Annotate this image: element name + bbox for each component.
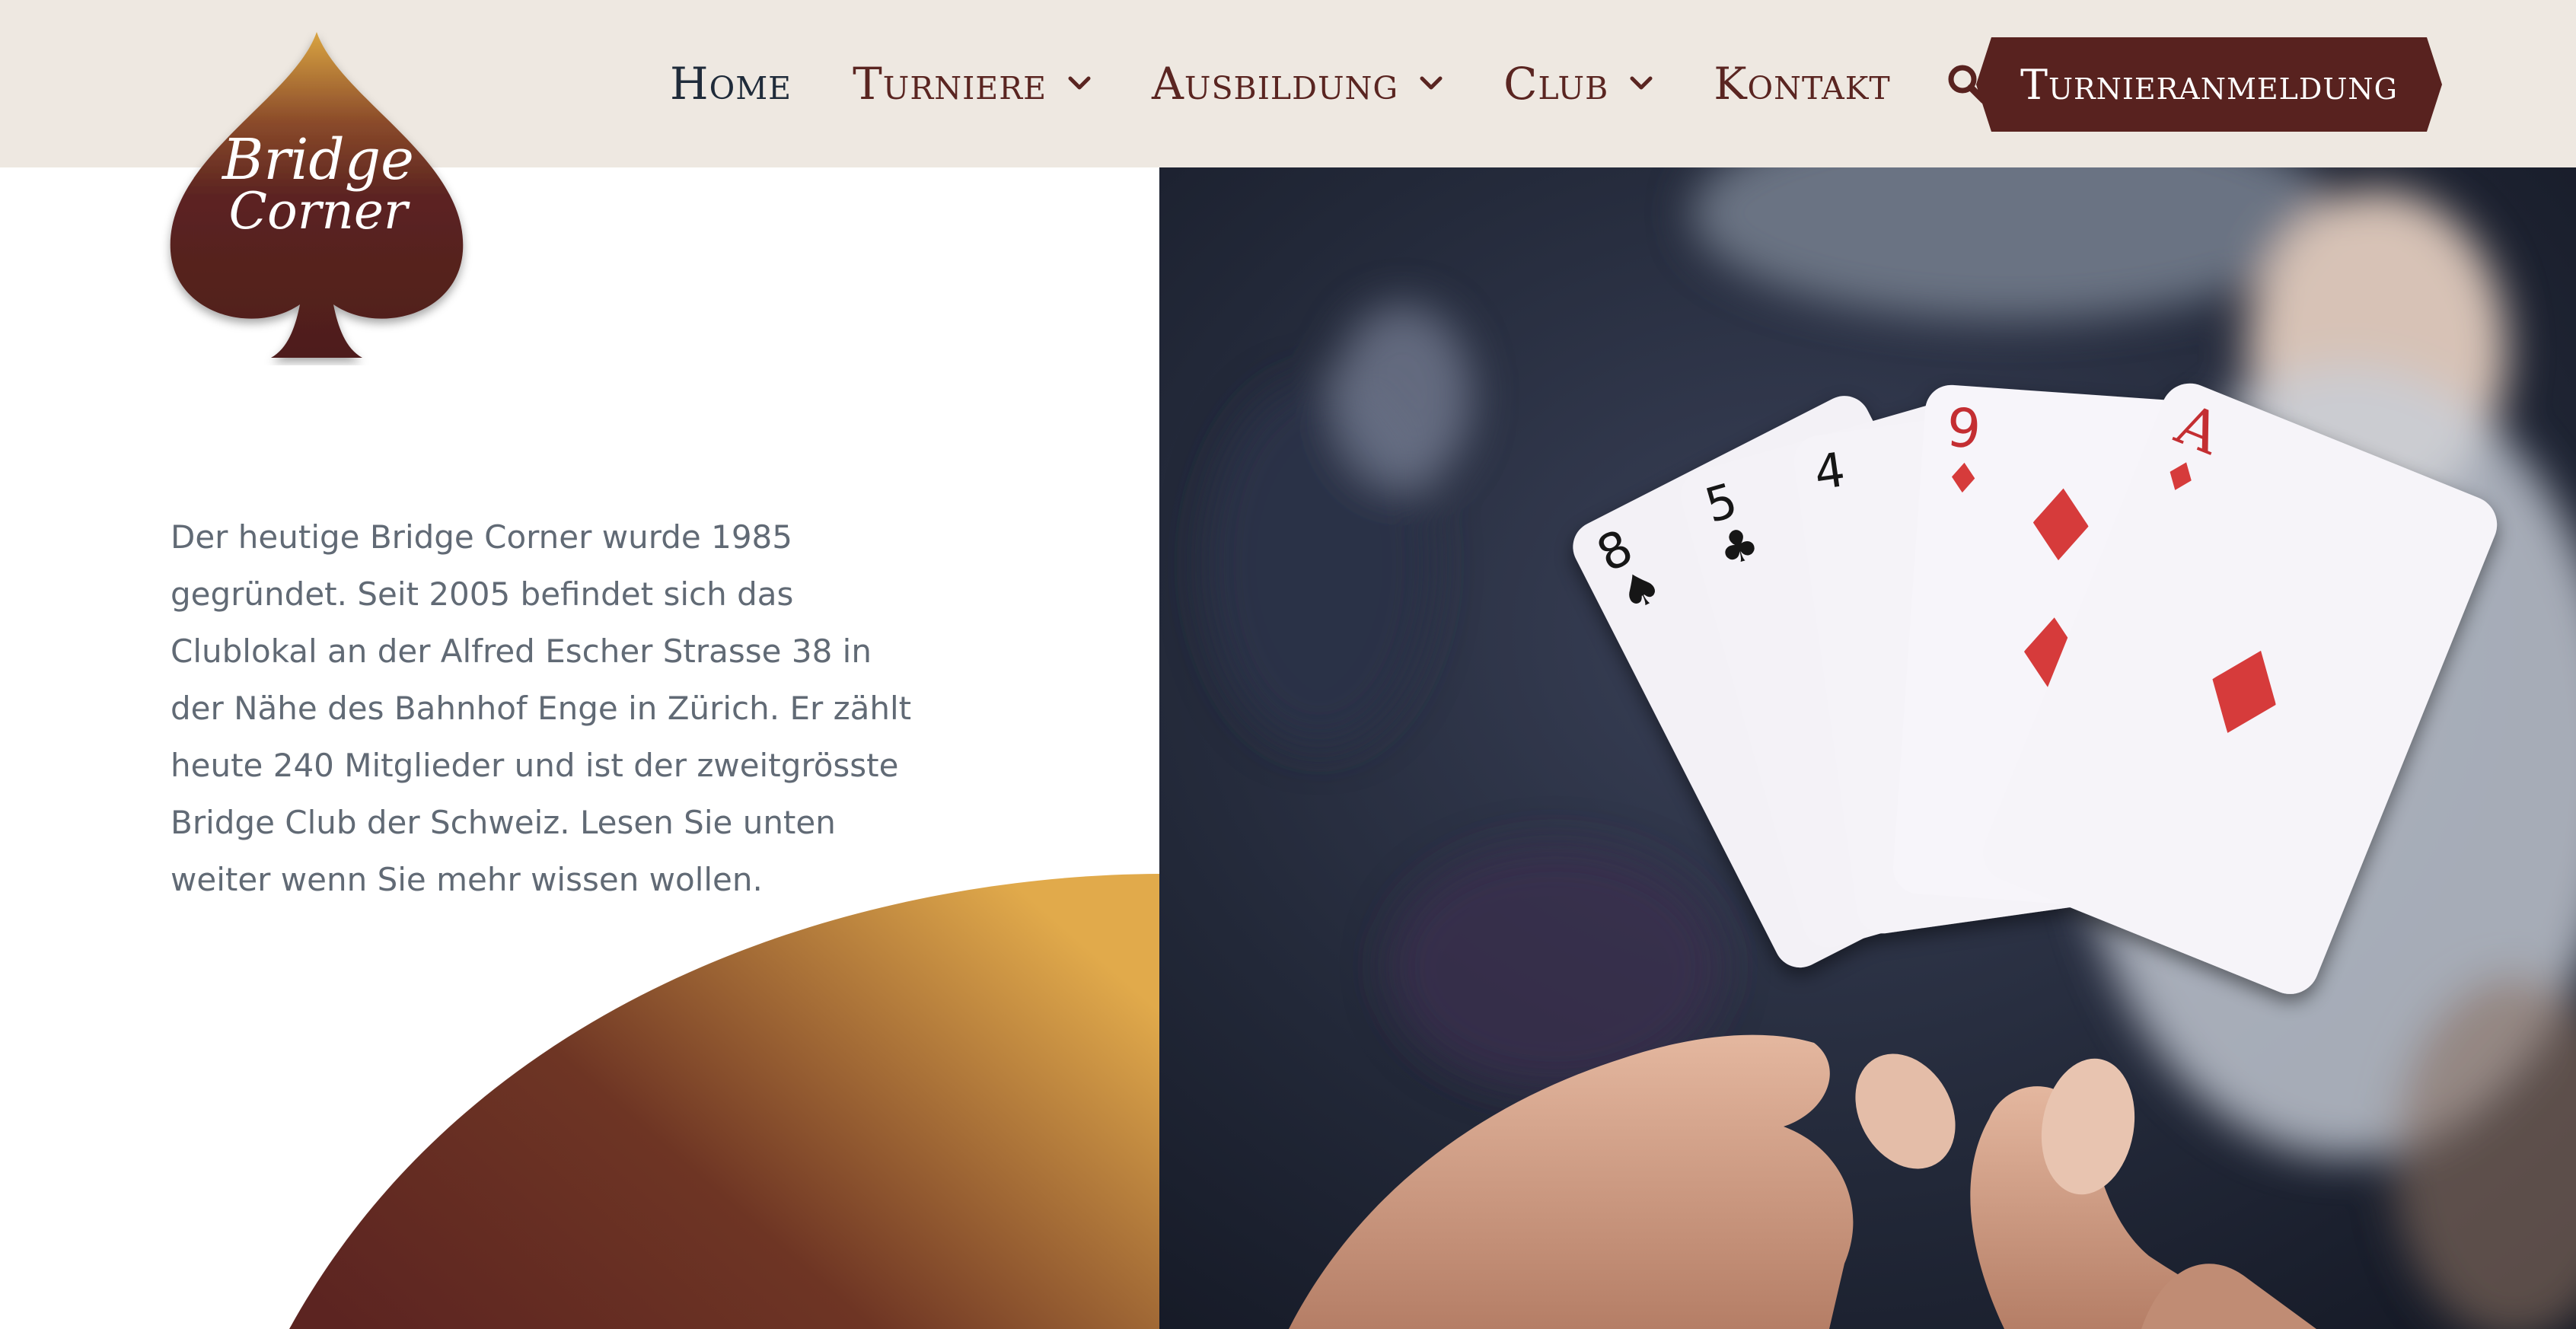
nav-turniere[interactable]: Turniere <box>853 58 1091 110</box>
chevron-down-icon <box>1420 76 1443 90</box>
nav-kontakt[interactable]: Kontakt <box>1714 58 1891 110</box>
svg-text:♦: ♦ <box>2013 465 2109 587</box>
tournament-registration-label: Turnieranmeldung <box>2020 60 2398 109</box>
nav-club[interactable]: Club <box>1503 58 1653 110</box>
logo-text-corner: Corner <box>229 182 410 241</box>
playing-cards-image: 8 ♠ ♠ ♠ ♠ ♠ 5 ♣ ♣ 4 9 ♦ ♦ ♦ <box>1159 167 2576 1329</box>
nav-ausbildung[interactable]: Ausbildung <box>1152 58 1443 110</box>
nav-club-label: Club <box>1503 58 1609 110</box>
nav-turniere-label: Turniere <box>853 58 1047 110</box>
svg-text:9: 9 <box>1945 397 1983 461</box>
decorative-swoosh <box>289 874 1159 1329</box>
chevron-down-icon <box>1630 76 1653 90</box>
bridge-corner-logo[interactable]: Bridge Corner <box>157 23 477 365</box>
nav-kontakt-label: Kontakt <box>1714 58 1891 110</box>
hero-photo: 8 ♠ ♠ ♠ ♠ ♠ 5 ♣ ♣ 4 9 ♦ ♦ ♦ <box>1159 167 2576 1329</box>
intro-text: Der heutige Bridge Corner wurde 1985 geg… <box>171 518 912 898</box>
nav-ausbildung-label: Ausbildung <box>1152 58 1399 110</box>
chevron-down-icon <box>1068 76 1091 90</box>
tournament-registration-button[interactable]: Turnieranmeldung <box>1976 37 2442 132</box>
main-nav: Home Turniere Ausbildung Club Kontakt <box>670 0 1990 167</box>
nav-home[interactable]: Home <box>670 58 792 110</box>
nav-home-label: Home <box>670 58 792 110</box>
svg-text:♦: ♦ <box>1943 454 1984 504</box>
